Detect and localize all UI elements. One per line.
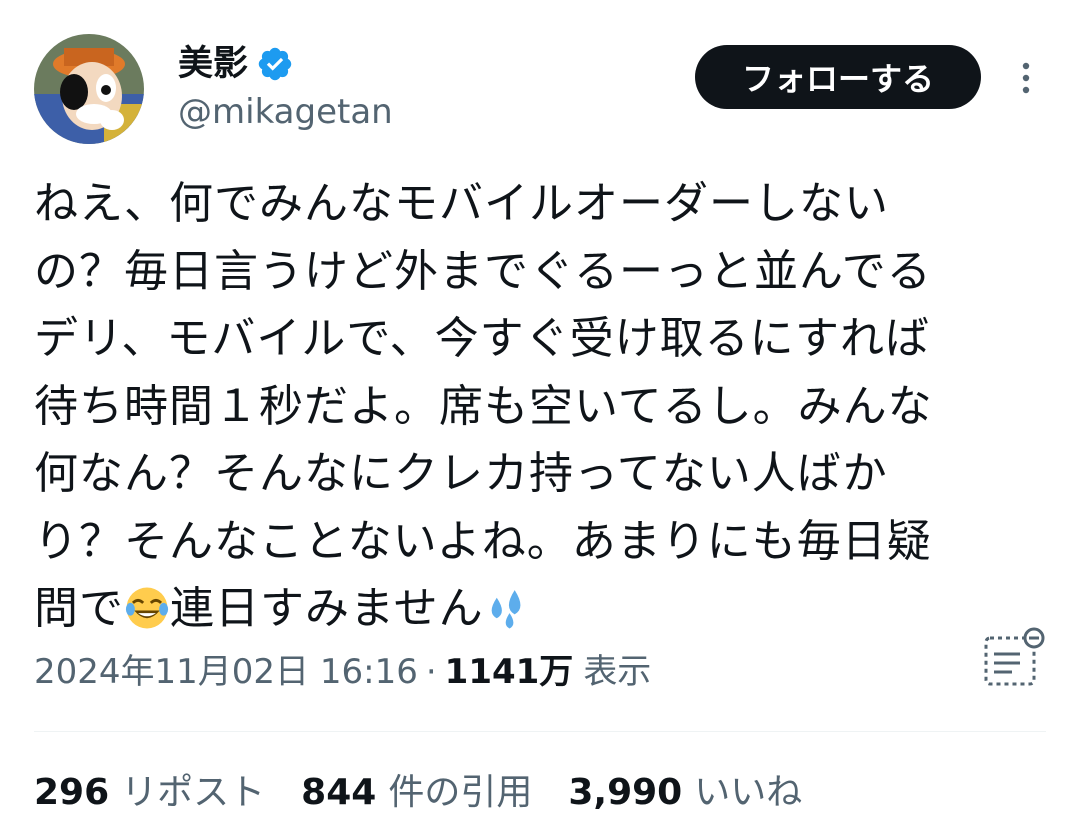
engagement-stats: 296 リポスト 844 件の引用 3,990 いいね	[34, 770, 802, 816]
likes-stat[interactable]: 3,990 いいね	[568, 770, 802, 816]
avatar-image	[34, 34, 144, 144]
views-label: 表示	[583, 652, 652, 692]
tweet-line: の？毎日言うけど外までぐるーっと並んでる	[34, 245, 932, 297]
tweet-text-segment: 連日すみません	[170, 583, 484, 634]
quotes-label: 件の引用	[388, 772, 533, 813]
likes-label: いいね	[694, 772, 803, 813]
tweet-text-segment: 問で	[34, 583, 124, 634]
display-name[interactable]: 美影	[178, 42, 248, 86]
meta-separator: ·	[425, 652, 437, 692]
reposts-stat[interactable]: 296 リポスト	[34, 770, 265, 816]
reposts-label: リポスト	[121, 772, 266, 813]
likes-count: 3,990	[568, 772, 683, 813]
tweet-line: 待ち時間１秒だよ。席も空いてるし。みんな	[34, 380, 933, 432]
tweet-line: り？そんなことないよね。あまりにも毎日疑	[34, 515, 932, 567]
tweet-text: ねえ、何でみんなモバイルオーダーしない の？毎日言うけど外までぐるーっと並んでるデ…	[34, 170, 1046, 643]
divider	[34, 731, 1046, 732]
tweet-line: 何なん？そんなにクレカ持ってない人ばか	[34, 448, 888, 499]
tweet-meta: 2024年11月02日 16:16 · 1141万 表示	[34, 650, 651, 694]
tweet-line: 問で 連日すみません	[34, 575, 1046, 643]
avatar[interactable]	[34, 34, 144, 144]
post-analytics-icon[interactable]	[980, 626, 1046, 688]
face-with-tears-of-joy-icon	[125, 587, 169, 629]
user-handle[interactable]: @mikagetan	[178, 90, 393, 134]
verified-badge-icon[interactable]	[256, 45, 294, 83]
reposts-count: 296	[34, 772, 110, 813]
tweet-line: ねえ、何でみんなモバイルオーダーしない	[34, 178, 889, 229]
timestamp[interactable]: 2024年11月02日 16:16	[34, 650, 418, 694]
display-name-row[interactable]: 美影	[178, 42, 294, 86]
quotes-count: 844	[301, 772, 377, 813]
follow-button[interactable]: フォローする	[695, 45, 981, 109]
quotes-stat[interactable]: 844 件の引用	[301, 770, 532, 816]
tweet-detail: 美影 @mikagetan フォローする ねえ、何でみんなモバイルオーダーしない…	[0, 0, 1080, 839]
views-count: 1141万	[444, 652, 574, 692]
sweat-droplets-icon	[491, 590, 521, 629]
tweet-line: デリ、モバイルで、今すぐ受け取るにすれば	[34, 313, 931, 364]
more-dots-icon[interactable]	[1008, 58, 1044, 98]
